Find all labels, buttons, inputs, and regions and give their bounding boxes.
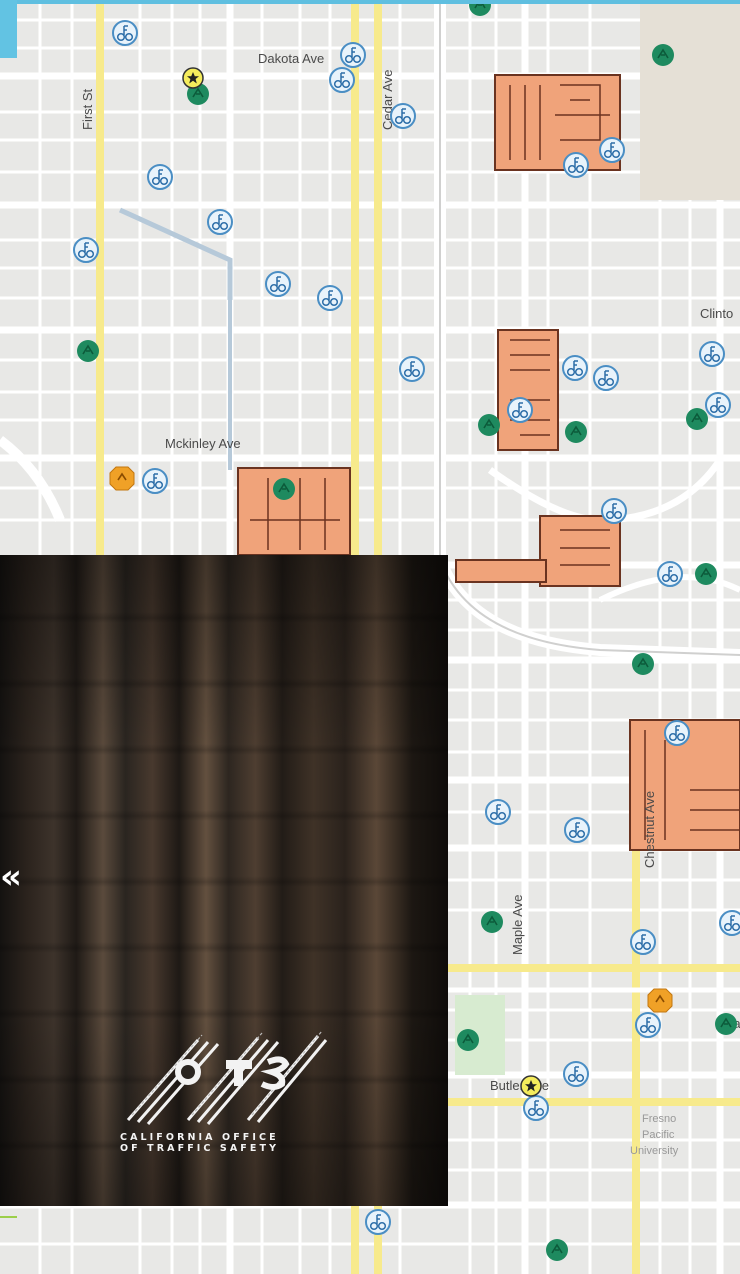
park-marker-icon[interactable] xyxy=(651,43,675,67)
label-first-st: First St xyxy=(80,88,95,130)
park-marker-icon[interactable] xyxy=(477,413,501,437)
bicycle-stand-icon[interactable] xyxy=(142,468,168,494)
land-parcel xyxy=(640,0,740,200)
park-marker-icon[interactable] xyxy=(694,562,718,586)
top-left-accent-box xyxy=(0,0,17,58)
top-accent-bar xyxy=(0,0,740,4)
park-marker-icon[interactable] xyxy=(545,1238,569,1262)
bicycle-stand-icon[interactable] xyxy=(630,929,656,955)
bicycle-stand-icon[interactable] xyxy=(523,1095,549,1121)
label-maple-ave: Maple Ave xyxy=(510,895,525,955)
bicycle-stand-icon[interactable] xyxy=(657,561,683,587)
bicycle-stand-icon[interactable] xyxy=(390,103,416,129)
bicycle-stand-icon[interactable] xyxy=(317,285,343,311)
bicycle-stand-icon[interactable] xyxy=(664,720,690,746)
bicycle-stand-icon[interactable] xyxy=(329,67,355,93)
bicycle-stand-icon[interactable] xyxy=(563,1061,589,1087)
label-chestnut-ave: Chestnut Ave xyxy=(642,791,657,868)
park-marker-icon[interactable] xyxy=(76,339,100,363)
park-marker-icon[interactable] xyxy=(714,1012,738,1036)
bicycle-stand-icon[interactable] xyxy=(265,271,291,297)
org-name: CALIFORNIA OFFICE OF TRAFFIC SAFETY xyxy=(120,1132,330,1154)
bicycle-stand-icon[interactable] xyxy=(563,152,589,178)
bicycle-stand-icon[interactable] xyxy=(112,20,138,46)
label-mckinley-ave: Mckinley Ave xyxy=(165,436,241,451)
park-marker-icon[interactable] xyxy=(685,407,709,431)
label-dakota-ave: Dakota Ave xyxy=(258,51,324,66)
bicycle-stand-icon[interactable] xyxy=(207,209,233,235)
bicycle-stand-icon[interactable] xyxy=(507,397,533,423)
bicycle-stand-icon[interactable] xyxy=(485,799,511,825)
bicycle-stand-icon[interactable] xyxy=(562,355,588,381)
label-university-2: Pacific xyxy=(642,1129,675,1141)
label-clinton: Clinto xyxy=(700,306,733,321)
bicycle-stand-icon[interactable] xyxy=(593,365,619,391)
bicycle-stand-icon[interactable] xyxy=(564,817,590,843)
park-marker-icon[interactable] xyxy=(480,910,504,934)
park-marker-icon[interactable] xyxy=(272,477,296,501)
org-name-line1: CALIFORNIA OFFICE xyxy=(120,1132,279,1143)
park-marker-icon[interactable] xyxy=(564,420,588,444)
org-name-line2: OF TRAFFIC SAFETY xyxy=(120,1143,280,1154)
label-university-3: University xyxy=(630,1145,679,1157)
bicycle-stand-icon[interactable] xyxy=(399,356,425,382)
bicycle-stand-icon[interactable] xyxy=(340,42,366,68)
bicycle-stand-icon[interactable] xyxy=(601,498,627,524)
bicycle-stand-icon[interactable] xyxy=(599,137,625,163)
label-university-1: Fresno xyxy=(642,1113,676,1125)
previous-chevron-icon[interactable]: « xyxy=(0,860,22,894)
school-marker-icon[interactable] xyxy=(109,466,135,491)
bicycle-stand-icon[interactable] xyxy=(705,392,731,418)
star-marker-icon[interactable] xyxy=(182,67,204,89)
bicycle-stand-icon[interactable] xyxy=(635,1012,661,1038)
bicycle-stand-icon[interactable] xyxy=(73,237,99,263)
bicycle-stand-icon[interactable] xyxy=(147,164,173,190)
star-marker-icon[interactable] xyxy=(520,1075,542,1097)
bicycle-stand-icon[interactable] xyxy=(719,910,740,936)
park-marker-icon[interactable] xyxy=(631,652,655,676)
bicycle-stand-icon[interactable] xyxy=(699,341,725,367)
school-marker-icon[interactable] xyxy=(647,988,673,1013)
green-accent-line xyxy=(0,1216,17,1218)
park-marker-icon[interactable] xyxy=(456,1028,480,1052)
bicycle-stand-icon[interactable] xyxy=(365,1209,391,1235)
